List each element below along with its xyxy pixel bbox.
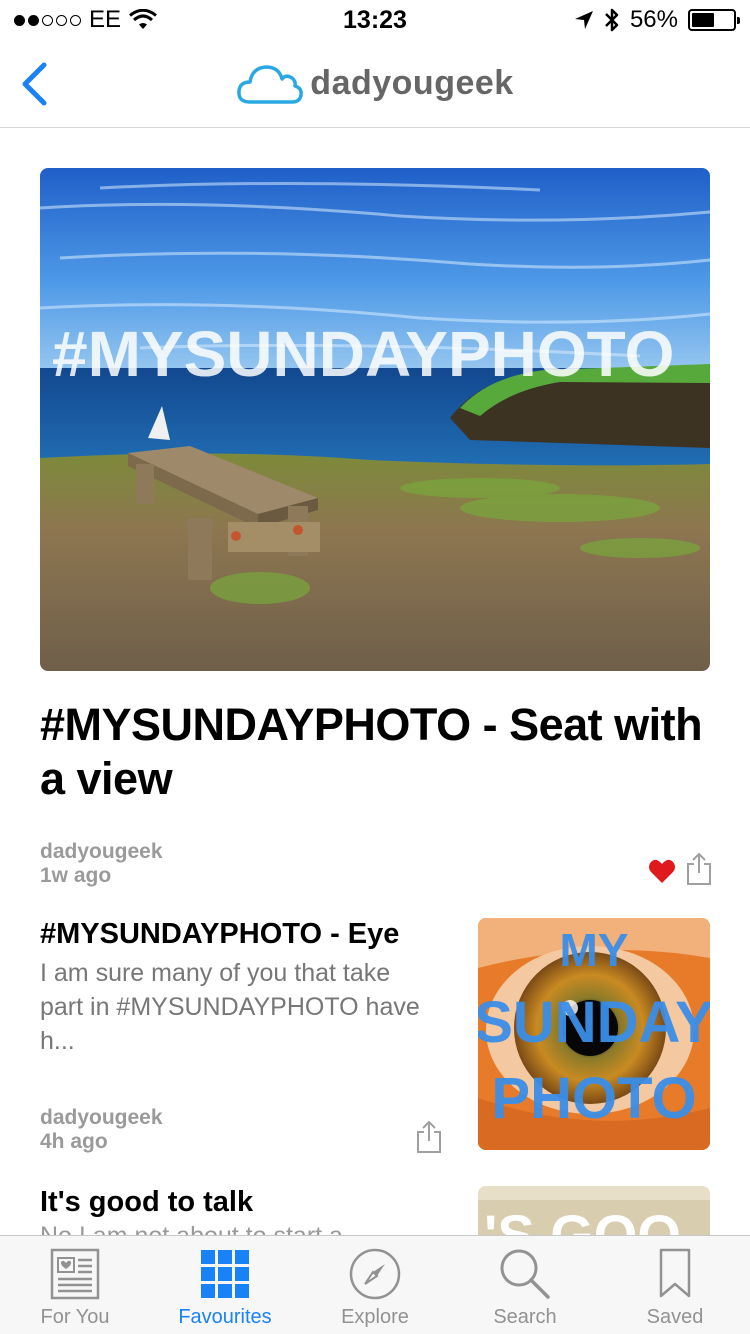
tab-favourites[interactable]: Favourites xyxy=(150,1236,300,1334)
tab-label: For You xyxy=(40,1306,110,1328)
thumb-text-line: SUNDAY xyxy=(478,990,710,1055)
navigation-bar: dadyougeek xyxy=(0,40,750,128)
hero-article-image[interactable]: #MYSUNDAYPHOTO xyxy=(40,168,710,671)
tab-for-you[interactable]: For You xyxy=(0,1236,150,1334)
article-excerpt[interactable]: I am sure many of you that take part in … xyxy=(40,956,440,1058)
hero-article-title[interactable]: #MYSUNDAYPHOTO - Seat with a view xyxy=(40,698,710,806)
publisher-logo: dadyougeek xyxy=(236,62,513,106)
heart-icon[interactable] xyxy=(648,858,676,884)
tab-explore[interactable]: Explore xyxy=(300,1236,450,1334)
thumb-text-line: MY xyxy=(560,924,629,976)
article-thumbnail[interactable]: 'S GOO xyxy=(478,1186,710,1235)
article-title[interactable]: It's good to talk xyxy=(40,1186,253,1219)
article-meta: dadyougeek 4h ago xyxy=(40,1106,163,1154)
grid-icon xyxy=(201,1250,249,1298)
tab-label: Favourites xyxy=(178,1306,272,1328)
battery-fill xyxy=(692,13,715,27)
article-feed[interactable]: #MYSUNDAYPHOTO #MYSUNDAYPHOTO - Seat wit… xyxy=(0,128,750,1235)
thumb-text: 'S GOO xyxy=(484,1203,681,1235)
location-arrow-icon xyxy=(574,11,593,29)
thumb-text-line: PHOTO xyxy=(491,1066,696,1131)
back-button[interactable] xyxy=(14,58,54,110)
tab-bar: For You Favourites Explore Search Saved xyxy=(0,1235,750,1334)
search-icon xyxy=(500,1249,550,1299)
hero-overlay-text: #MYSUNDAYPHOTO xyxy=(52,318,674,390)
logo-text: dadyougeek xyxy=(310,64,514,102)
tab-label: Saved xyxy=(646,1306,704,1328)
talk-photo: 'S GOO xyxy=(478,1186,710,1235)
tab-saved[interactable]: Saved xyxy=(600,1236,750,1334)
status-bar: EE 13:23 56% xyxy=(0,0,750,40)
share-icon[interactable] xyxy=(416,1120,442,1154)
compass-icon xyxy=(349,1248,401,1300)
bookmark-icon xyxy=(659,1248,691,1298)
hero-article-meta: dadyougeek 1w ago xyxy=(40,840,163,888)
article-thumbnail[interactable]: MY SUNDAY PHOTO xyxy=(478,918,710,1150)
battery-percent: 56% xyxy=(629,6,678,33)
bluetooth-icon xyxy=(605,8,619,32)
hero-article-source: dadyougeek xyxy=(40,840,163,863)
article-title[interactable]: #MYSUNDAYPHOTO - Eye xyxy=(40,918,399,951)
hero-photo: #MYSUNDAYPHOTO xyxy=(40,168,710,671)
battery-icon xyxy=(688,9,740,31)
news-icon xyxy=(50,1248,100,1300)
tab-label: Explore xyxy=(341,1306,409,1328)
share-icon[interactable] xyxy=(686,852,712,886)
eye-photo: MY SUNDAY PHOTO xyxy=(478,918,710,1150)
tab-label: Search xyxy=(493,1306,557,1328)
article-source: dadyougeek xyxy=(40,1106,163,1129)
article-time: 4h ago xyxy=(40,1130,108,1153)
status-right: 56% xyxy=(574,6,740,34)
article-excerpt[interactable]: No I am not about to start a xyxy=(40,1222,343,1235)
tab-search[interactable]: Search xyxy=(450,1236,600,1334)
chevron-left-icon xyxy=(22,62,47,106)
hero-article-time: 1w ago xyxy=(40,864,112,887)
cloud-icon xyxy=(237,64,304,104)
